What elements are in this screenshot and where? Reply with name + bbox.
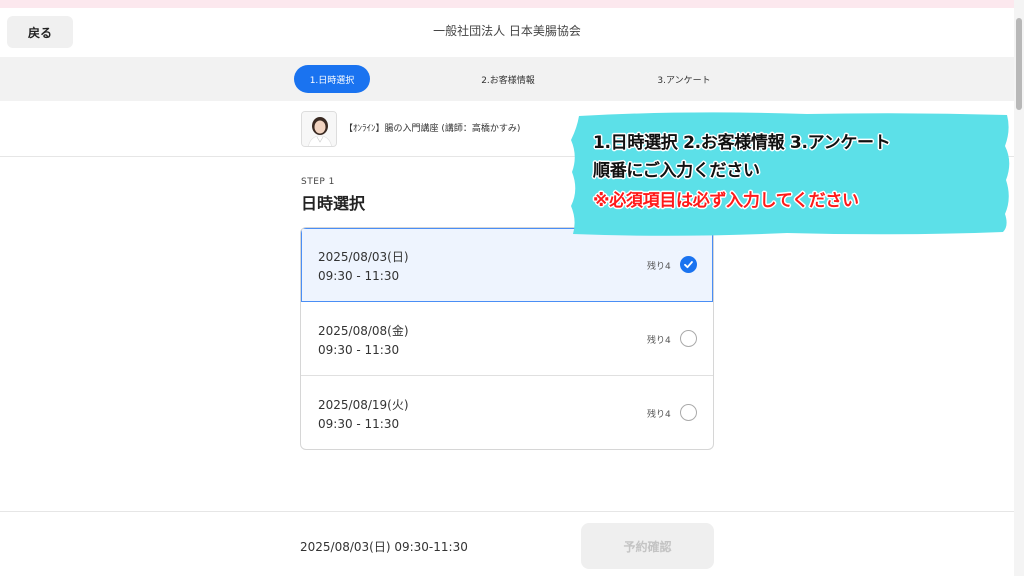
footer-bar: 2025/08/03(日) 09:30-11:30 予約確認 — [0, 511, 1014, 576]
step-1-datetime: 1.日時選択 — [294, 65, 370, 93]
instructor-photo-icon — [302, 112, 336, 146]
callout-steps-text: 1.日時選択 2.お客様情報 3.アンケート — [593, 133, 891, 153]
callout-order-text: 順番にご入力ください — [593, 161, 760, 181]
instruction-callout: 1.日時選択 2.お客様情報 3.アンケート 順番にご入力ください ※必須項目は… — [567, 110, 1013, 238]
instructor-avatar — [301, 111, 337, 147]
radio-circle-icon[interactable] — [680, 404, 697, 421]
reservation-confirm-button[interactable]: 予約確認 — [581, 523, 714, 569]
step-2-customer-info: 2.お客様情報 — [481, 75, 535, 86]
step-number-label: STEP 1 — [301, 177, 335, 187]
step-3-survey: 3.アンケート — [657, 75, 711, 86]
header: 戻る 一般社団法人 日本美腸協会 — [0, 8, 1014, 56]
course-title: 【ｵﾝﾗｲﾝ】腸の入門講座 (講師：高橋かすみ) — [344, 124, 521, 134]
reservation-page: 戻る 一般社団法人 日本美腸協会 1.日時選択 2.お客様情報 3.アンケート … — [0, 0, 1024, 576]
slot-time: 09:30 - 11:30 — [318, 269, 400, 283]
step-progress-bar: 1.日時選択 2.お客様情報 3.アンケート — [0, 57, 1014, 101]
date-slot-option[interactable]: 2025/08/03(日) 09:30 - 11:30 残り4 — [301, 228, 713, 302]
slot-time: 09:30 - 11:30 — [318, 417, 400, 431]
selected-datetime-summary: 2025/08/03(日) 09:30-11:30 — [300, 540, 468, 554]
scrollbar-thumb[interactable] — [1016, 18, 1022, 110]
slot-date: 2025/08/08(金) — [318, 324, 409, 338]
radio-circle-icon[interactable] — [680, 330, 697, 347]
step-title: 日時選択 — [301, 194, 366, 213]
check-circle-icon[interactable] — [680, 256, 697, 273]
organization-name: 一般社団法人 日本美腸協会 — [433, 24, 581, 38]
vertical-scrollbar[interactable] — [1014, 0, 1024, 576]
slot-remaining-count: 残り4 — [647, 262, 671, 272]
slot-time: 09:30 - 11:30 — [318, 343, 400, 357]
date-slot-option[interactable]: 2025/08/19(火) 09:30 - 11:30 残り4 — [301, 376, 713, 449]
slot-date: 2025/08/19(火) — [318, 398, 409, 412]
date-slot-option[interactable]: 2025/08/08(金) 09:30 - 11:30 残り4 — [301, 302, 713, 376]
callout-required-warning: ※必須項目は必ず入力してください — [593, 191, 859, 211]
slot-date: 2025/08/03(日) — [318, 250, 409, 264]
date-slot-list: 2025/08/03(日) 09:30 - 11:30 残り4 2025/08/… — [300, 227, 714, 450]
slot-remaining-count: 残り4 — [647, 336, 671, 346]
top-accent-strip — [0, 0, 1024, 8]
slot-remaining-count: 残り4 — [647, 410, 671, 420]
